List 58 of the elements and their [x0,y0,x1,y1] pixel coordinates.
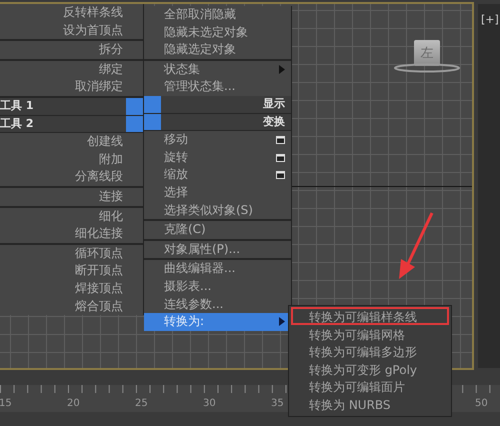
menu-item[interactable]: 转换为 NURBS [291,394,449,413]
menu-item[interactable]: 转换为: [144,313,291,331]
menu-item[interactable]: 全部取消隐藏 [144,6,291,24]
submenu-arrow-icon [279,65,285,74]
menu-item[interactable]: 对象属性(P)... [144,240,291,258]
menu-item[interactable]: 选择类似对象(S) [144,202,291,220]
tick-label: 50 [474,398,488,411]
quadrant-marker [126,116,143,132]
menu-item[interactable]: 取消绑定 [0,78,143,96]
tick-label: 35 [270,398,284,411]
menu-item[interactable]: 连接 [0,188,143,206]
options-box-icon[interactable] [276,171,285,180]
menu-item[interactable]: 反转样条线 [0,4,143,22]
tick-label: 30 [202,398,216,411]
menu-item[interactable]: 转换为可编辑网格 [291,324,449,342]
quadrant-marker [126,98,143,115]
menu-item[interactable]: 隐藏未选定对象 [144,24,291,42]
menu-item[interactable]: 摄影表... [144,278,291,296]
menu-item[interactable]: 克隆(C) [144,221,291,239]
menu-item[interactable]: 缩放 [144,166,291,184]
menu-header: 工具 2 [0,116,34,132]
menu-header: 变换 [262,114,286,130]
menu-item[interactable]: 连线参数... [144,296,291,314]
viewcube-ring-icon [392,62,462,74]
menu-header: 显示 [262,96,286,112]
menu-item[interactable]: 转换为可编辑样条线 [291,307,449,325]
menu-item[interactable]: 管理状态集... [144,78,291,96]
menu-item[interactable]: 转换为可编辑面片 [291,377,449,395]
menu-item[interactable]: 断开顶点 [0,262,143,280]
menu-item[interactable]: 循环顶点 [0,244,143,262]
menu-item[interactable]: 旋转 [144,148,291,166]
tick-label: 15 [0,398,12,411]
menu-item[interactable]: 细化 [0,208,143,226]
menu-item[interactable]: 隐藏选定对象 [144,41,291,59]
menu-item[interactable]: 拆分 [0,41,143,59]
menu-item[interactable]: 选择 [144,184,291,202]
menu-item[interactable]: 焊接顶点 [0,280,143,298]
viewport-label[interactable]: [+] [481,13,499,26]
options-box-icon[interactable] [276,136,285,144]
menu-item[interactable]: 熔合顶点 [0,298,143,316]
menu-item[interactable]: 设为首顶点 [0,22,143,40]
menu-item[interactable]: 转换为可变形 gPoly [291,360,449,378]
tick-label: 20 [66,398,80,411]
menu-item[interactable]: 移动 [144,131,291,149]
menu-item[interactable]: 状态集 [144,60,291,78]
menu-item[interactable]: 曲线编辑器... [144,260,291,278]
tick-label: 25 [134,398,148,411]
menu-item[interactable]: 绑定 [0,60,143,78]
menu-item[interactable]: 创建线 [0,133,143,151]
submenu-arrow-icon [279,317,285,326]
menu-header: 工具 1 [0,98,34,114]
quadrant-marker [144,114,161,130]
menu-item[interactable]: 附加 [0,150,143,168]
menu-item[interactable]: 分离线段 [0,168,143,186]
menu-item[interactable]: 转换为可编辑多边形 [291,342,449,360]
quadrant-marker [144,96,161,113]
options-box-icon[interactable] [276,154,285,162]
menu-item[interactable]: 细化连接 [0,225,143,243]
